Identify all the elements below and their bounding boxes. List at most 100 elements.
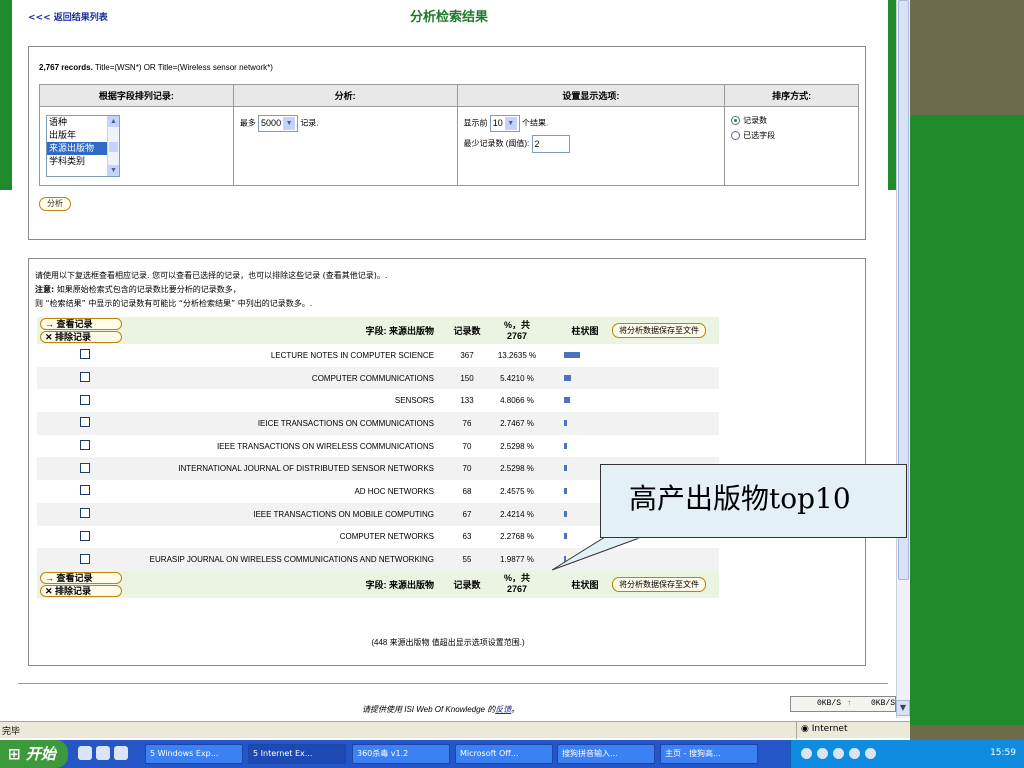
spacer-cell	[547, 435, 561, 458]
percentage: 2.5298 %	[487, 457, 547, 481]
tray-icon[interactable]	[817, 748, 828, 759]
tray-icon[interactable]	[849, 748, 860, 759]
empty-cell	[609, 412, 719, 435]
spacer-cell	[437, 389, 447, 412]
sort-by-field-option[interactable]: 已选字段	[731, 130, 852, 141]
listbox-up-arrow-icon[interactable]: ▲	[108, 116, 119, 127]
row-checkbox[interactable]	[80, 394, 90, 405]
row-checkbox-cell	[37, 412, 133, 435]
taskbar-button[interactable]: 主页 - 搜狗高...	[660, 744, 758, 764]
histogram-bar	[564, 533, 567, 540]
row-checkbox[interactable]	[80, 440, 90, 451]
taskbar-button[interactable]: Microsoft Off...	[455, 744, 553, 764]
excluded-values-note: (448 来源出版物 值超出显示选项设置范围.)	[371, 638, 525, 647]
quicklaunch-icon[interactable]	[114, 746, 128, 760]
row-checkbox[interactable]	[80, 417, 90, 428]
action-buttons-cell: → 查看记录 ✕ 排除记录	[37, 317, 133, 344]
percent-header-total: 2767	[506, 584, 528, 595]
analyze-button[interactable]: 分析	[39, 197, 71, 211]
percentage: 2.4575 %	[500, 486, 534, 496]
row-checkbox[interactable]	[80, 530, 90, 541]
taskbar-button[interactable]: 5 Internet Ex...	[248, 744, 346, 764]
back-to-results-link[interactable]: <<< 返回结果列表	[28, 10, 108, 23]
tray-icon[interactable]	[801, 748, 812, 759]
show-top-row: 显示前 10 ▼ 个结果.	[464, 115, 719, 132]
empty-cell	[609, 344, 719, 367]
row-checkbox-cell	[37, 389, 133, 412]
radio-checked-icon[interactable]	[731, 116, 741, 126]
security-zone: ◉ Internet	[796, 722, 910, 739]
download-speed: 0KB/S	[817, 699, 842, 708]
record-count: 55	[447, 548, 487, 571]
field-listbox[interactable]: 语种 出版年 来源出版物 学科类别 ▲ ▼	[46, 115, 120, 177]
listbox-scrollbar[interactable]: ▲ ▼	[107, 116, 119, 176]
percentage: 4.8066 %	[500, 396, 534, 406]
taskbar-button[interactable]: 5 Windows Exp...	[145, 744, 243, 764]
spacer-cell	[437, 435, 447, 458]
taskbar-button[interactable]: 搜狗拼音输入...	[557, 744, 655, 764]
publication-name: COMPUTER COMMUNICATIONS	[133, 366, 437, 390]
query-text: Title=(WSN*) OR Title=(Wireless sensor n…	[92, 63, 273, 72]
display-options-cell: 显示前 10 ▼ 个结果. 最少记录数 (阈值): 2	[456, 106, 726, 186]
percentage: 2.7467 %	[487, 412, 547, 435]
sort-by-field-label: 已选字段	[743, 131, 776, 140]
spacer-cell	[437, 570, 447, 598]
globe-icon: ◉	[801, 724, 809, 734]
scroll-down-button[interactable]: ▼	[896, 700, 910, 716]
show-suffix: 个结果.	[521, 118, 549, 128]
note-line-3: 则 “检索结果” 中显示的记录数有可能比 “分析检索结果” 中列出的记录数多。.	[35, 299, 313, 308]
start-button[interactable]: ⊞ 开始	[0, 740, 68, 768]
min-records-input[interactable]: 2	[531, 135, 570, 153]
percent-header-label: %，共	[503, 573, 530, 584]
spacer-cell	[547, 344, 561, 367]
feedback-suffix: 。	[511, 705, 520, 714]
publication-name: EURASIP JOURNAL ON WIRELESS COMMUNICATIO…	[133, 548, 437, 571]
note-label: 注意:	[35, 285, 55, 294]
exclude-records-button[interactable]: ✕ 排除记录	[40, 584, 122, 597]
page-title: 分析检索结果	[410, 10, 489, 25]
max-records-select[interactable]: 5000 ▼	[258, 115, 299, 132]
quicklaunch-icon[interactable]	[78, 746, 92, 760]
row-checkbox-cell	[37, 366, 133, 390]
record-count: 2,767 records.	[39, 63, 93, 72]
radio-unchecked-icon[interactable]	[731, 131, 741, 141]
clock: 15:59	[990, 748, 1016, 758]
spacer-cell	[437, 457, 447, 481]
show-top-select[interactable]: 10 ▼	[489, 115, 520, 132]
save-to-file-button[interactable]: 将分析数据保存至文件	[612, 323, 706, 338]
display-options-header: 设置显示选项:	[456, 84, 726, 107]
chevron-down-icon[interactable]: ▼	[283, 117, 296, 131]
row-checkbox[interactable]	[80, 372, 90, 383]
sort-by-count-label: 记录数	[743, 116, 768, 125]
spacer-cell	[437, 412, 447, 435]
record-count: 68	[462, 486, 472, 496]
publication-name: COMPUTER NETWORKS	[339, 532, 434, 542]
listbox-thumb[interactable]	[109, 142, 118, 152]
quicklaunch-icon[interactable]	[96, 746, 110, 760]
spacer-cell	[547, 389, 561, 412]
view-records-button[interactable]: → 查看记录	[40, 571, 122, 584]
exclude-records-button[interactable]: ✕ 排除记录	[40, 331, 122, 343]
tray-icon[interactable]	[833, 748, 844, 759]
row-checkbox[interactable]	[80, 553, 90, 564]
upload-speed: 0KB/S	[871, 699, 896, 708]
row-checkbox[interactable]	[80, 462, 90, 473]
feedback-link[interactable]: 反馈	[495, 705, 511, 714]
tray-icon[interactable]	[865, 748, 876, 759]
spacer-cell	[547, 526, 561, 549]
show-top-value: 10	[492, 118, 503, 128]
system-tray: 15:59	[790, 740, 1024, 768]
save-to-file-button[interactable]: 将分析数据保存至文件	[612, 576, 706, 592]
rank-by-field-header: 根据字段排列记录:	[39, 84, 234, 107]
row-checkbox[interactable]	[80, 349, 90, 360]
upload-arrow-icon: ↑	[847, 699, 852, 708]
bar-cell	[561, 344, 609, 367]
row-checkbox[interactable]	[80, 508, 90, 519]
spacer-cell	[547, 366, 561, 390]
sort-by-count-option[interactable]: 记录数	[731, 115, 852, 126]
view-records-button[interactable]: → 查看记录	[40, 318, 122, 330]
row-checkbox[interactable]	[80, 485, 90, 496]
taskbar-button[interactable]: 360杀毒 v1.2	[352, 744, 450, 764]
chevron-down-icon[interactable]: ▼	[504, 117, 517, 131]
listbox-down-arrow-icon[interactable]: ▼	[108, 165, 119, 176]
